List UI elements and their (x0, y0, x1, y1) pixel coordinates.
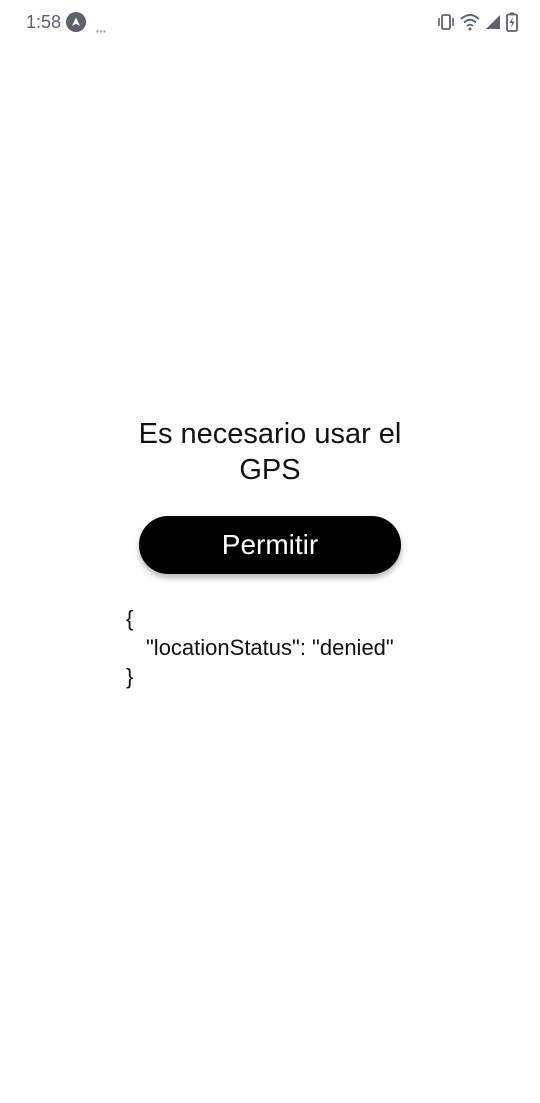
battery-charging-icon (506, 12, 518, 32)
json-location-status-line: "locationStatus": "denied" (146, 635, 394, 660)
status-icons (437, 12, 518, 32)
wifi-icon (460, 13, 480, 31)
status-bar: 1:58 (0, 0, 540, 44)
status-time: 1:58 (26, 12, 62, 32)
gps-required-message: Es necesario usar el GPS (138, 418, 402, 486)
cellular-signal-icon (485, 14, 501, 30)
permit-button[interactable]: Permitir (139, 516, 401, 574)
more-dots-icon (96, 20, 106, 33)
vibrate-icon (437, 13, 455, 31)
app-screen: 1:58 Es necesario usar el GPS Permitir {… (0, 0, 540, 1103)
navigation-arrow-icon (66, 12, 86, 32)
json-close-brace: } (126, 664, 134, 689)
location-status-json: { "locationStatus": "denied" } (126, 604, 394, 691)
json-open-brace: { (126, 606, 134, 631)
